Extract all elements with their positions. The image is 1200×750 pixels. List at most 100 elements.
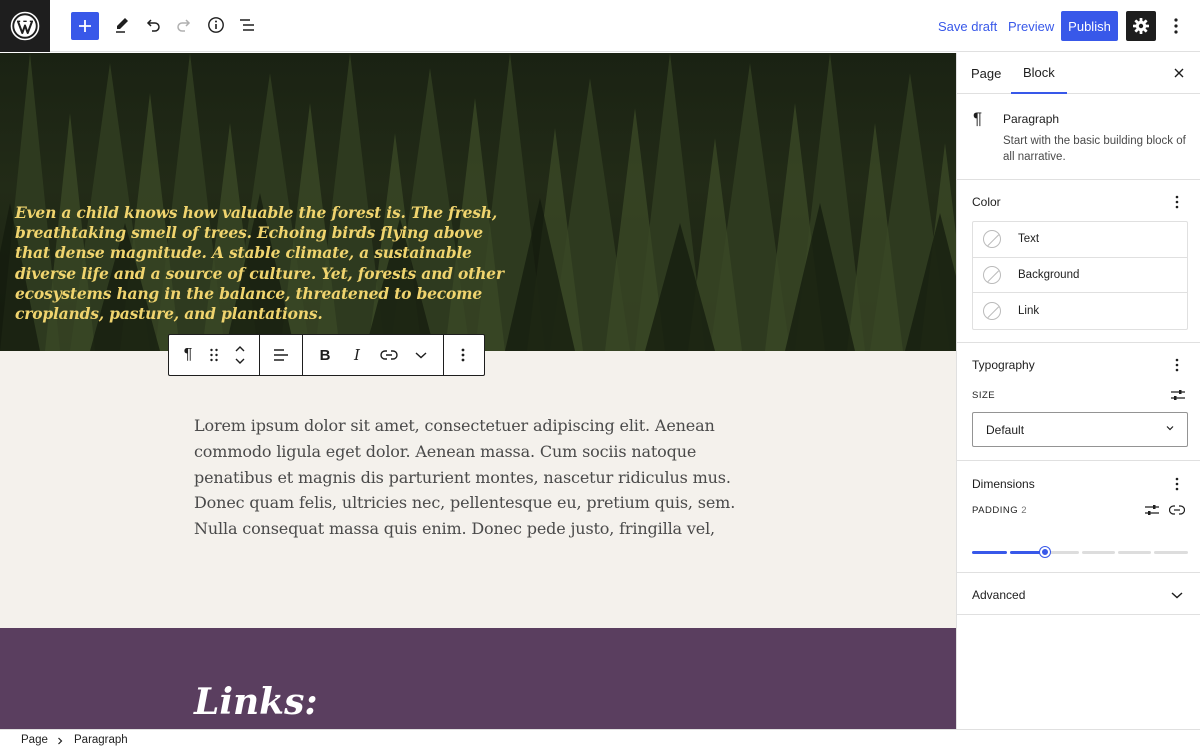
- formatting-group: B I: [303, 335, 444, 375]
- tools-button[interactable]: [107, 10, 137, 40]
- slider-handle[interactable]: [1040, 547, 1050, 557]
- advanced-toggle[interactable]: [1169, 585, 1185, 605]
- block-title: Paragraph: [1003, 112, 1060, 126]
- redo-icon: [177, 19, 191, 32]
- color-background-label: Background: [1018, 268, 1080, 281]
- empty-swatch-icon: [983, 301, 1001, 320]
- font-size-select[interactable]: Default: [972, 412, 1188, 447]
- list-view-button[interactable]: [232, 10, 262, 40]
- block-mover-group: ¶: [169, 335, 260, 375]
- dimensions-panel-options-button[interactable]: [1169, 474, 1185, 494]
- unlink-sides-button[interactable]: [1167, 500, 1187, 520]
- drag-handle[interactable]: [201, 335, 227, 375]
- typography-panel: Typography SIZE Default: [957, 343, 1200, 461]
- editor-canvas[interactable]: Even a child knows how valuable the fore…: [0, 53, 956, 729]
- close-icon: [1174, 68, 1184, 78]
- empty-swatch-icon: [983, 230, 1001, 249]
- link-button[interactable]: [373, 335, 405, 375]
- sliders-icon: [1145, 505, 1159, 515]
- color-link-item[interactable]: Link: [973, 293, 1187, 329]
- paragraph-block[interactable]: Lorem ipsum dolor sit amet, consectetuer…: [194, 413, 764, 542]
- move-up-down-button[interactable]: [227, 335, 253, 375]
- editor-header: Save draft Preview Publish: [0, 0, 1200, 52]
- add-block-button[interactable]: [71, 12, 99, 40]
- breadcrumb-paragraph[interactable]: Paragraph: [74, 734, 128, 746]
- chevron-right-icon: [58, 737, 63, 745]
- font-size-value: Default: [986, 422, 1025, 437]
- link-icon: [1169, 505, 1185, 515]
- block-options-button[interactable]: [450, 335, 476, 375]
- paragraph-block-switcher[interactable]: ¶: [175, 335, 201, 375]
- color-panel: Color Text Background Link: [957, 180, 1200, 343]
- sidebar-tabs: Page Block: [957, 53, 1200, 94]
- block-description: Start with the basic building block of a…: [1003, 135, 1186, 163]
- padding-label: PADDING 2: [972, 505, 1028, 516]
- color-options-list: Text Background Link: [972, 221, 1188, 330]
- block-card: ¶ Paragraph Start with the basic buildin…: [957, 94, 1200, 180]
- padding-slider[interactable]: [972, 545, 1188, 559]
- chevron-down-icon: [415, 352, 427, 359]
- cover-block[interactable]: Even a child knows how valuable the fore…: [0, 53, 956, 351]
- padding-value: 2: [1021, 505, 1028, 516]
- settings-button[interactable]: [1126, 11, 1156, 41]
- color-text-label: Text: [1018, 233, 1040, 246]
- save-draft-button[interactable]: Save draft: [938, 19, 997, 34]
- more-vertical-icon: [461, 348, 465, 362]
- italic-button[interactable]: I: [341, 335, 373, 375]
- paragraph-icon: ¶: [973, 109, 983, 128]
- pen-icon: [116, 18, 128, 33]
- undo-button[interactable]: [138, 10, 168, 40]
- slider-step: [1118, 550, 1151, 554]
- dimensions-panel-title: Dimensions: [972, 477, 1035, 491]
- empty-swatch-icon: [983, 265, 1001, 284]
- color-text-item[interactable]: Text: [973, 222, 1187, 258]
- custom-size-button[interactable]: [1169, 385, 1187, 405]
- advanced-panel-title: Advanced: [972, 588, 1026, 602]
- chevron-down-icon: [1171, 592, 1183, 599]
- slider-step: [1154, 550, 1188, 554]
- links-group-block[interactable]: Links:: [0, 628, 956, 729]
- undo-icon: [146, 19, 160, 32]
- options-button[interactable]: [1166, 11, 1186, 41]
- paragraph-icon: ¶: [183, 346, 193, 363]
- align-button[interactable]: [266, 335, 296, 375]
- block-breadcrumb: Page Paragraph: [0, 729, 1200, 750]
- block-toolbar: ¶ B I: [168, 334, 485, 376]
- redo-button[interactable]: [169, 10, 199, 40]
- cover-quote-text[interactable]: Even a child knows how valuable the fore…: [15, 203, 515, 324]
- tab-block[interactable]: Block: [1011, 53, 1067, 94]
- bold-icon: B: [319, 346, 331, 364]
- close-sidebar-button[interactable]: [1167, 61, 1191, 85]
- dimensions-panel: Dimensions PADDING 2: [957, 461, 1200, 573]
- align-left-icon: [274, 349, 288, 361]
- bold-button[interactable]: B: [309, 335, 341, 375]
- typography-panel-title: Typography: [972, 358, 1035, 372]
- preview-button[interactable]: Preview: [1008, 19, 1054, 34]
- slider-step: [972, 550, 1007, 554]
- gear-icon: [1133, 18, 1149, 34]
- publish-button[interactable]: Publish: [1061, 11, 1118, 41]
- alignment-group: [260, 335, 303, 375]
- slider-step: [1082, 550, 1115, 554]
- color-background-item[interactable]: Background: [973, 258, 1187, 293]
- more-formatting-button[interactable]: [405, 335, 437, 375]
- advanced-panel[interactable]: Advanced: [957, 573, 1200, 615]
- breadcrumb-page[interactable]: Page: [21, 734, 48, 746]
- chevron-down-icon: [1166, 426, 1174, 431]
- wordpress-logo[interactable]: [0, 0, 50, 52]
- links-heading[interactable]: Links:: [194, 681, 318, 723]
- sliders-icon: [1171, 390, 1185, 400]
- italic-icon: I: [354, 346, 360, 364]
- typography-panel-options-button[interactable]: [1169, 355, 1185, 375]
- custom-padding-button[interactable]: [1143, 500, 1161, 520]
- wordpress-icon: [10, 11, 40, 41]
- link-icon: [380, 350, 398, 360]
- chevron-up-down-icon: [235, 346, 245, 364]
- more-vertical-icon: [1175, 195, 1179, 209]
- settings-sidebar: Page Block ¶ Paragraph Start with the ba…: [956, 53, 1200, 729]
- color-panel-options-button[interactable]: [1169, 192, 1185, 212]
- details-button[interactable]: [201, 10, 231, 40]
- list-view-icon: [240, 19, 254, 31]
- tab-page[interactable]: Page: [971, 53, 1001, 94]
- more-vertical-icon: [1175, 358, 1179, 372]
